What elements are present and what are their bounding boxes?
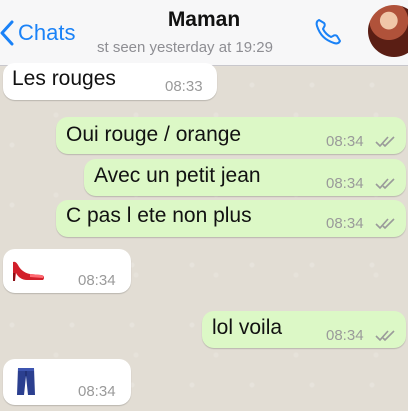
read-receipt-icon <box>375 218 395 230</box>
call-button[interactable] <box>312 16 344 48</box>
message-bubble-incoming[interactable]: 08:34 <box>3 359 131 405</box>
avatar-image <box>368 5 408 57</box>
message-time: 08:34 <box>326 175 364 192</box>
message-text: Avec un petit jean <box>94 164 261 187</box>
message-text: Les rouges <box>12 67 116 90</box>
contact-name[interactable]: Maman <box>0 8 408 32</box>
message-bubble-outgoing[interactable]: Avec un petit jean 08:34 <box>84 159 406 196</box>
message-text: Oui rouge / orange <box>66 123 242 146</box>
message-time: 08:34 <box>78 272 116 289</box>
last-seen-status: st seen yesterday at 19:29 <box>97 39 273 56</box>
message-bubble-outgoing[interactable]: Oui rouge / orange 08:34 <box>56 117 406 154</box>
message-bubble-outgoing[interactable]: C pas l ete non plus 08:34 <box>56 200 406 237</box>
message-bubble-incoming[interactable]: Les rouges 08:33 <box>3 63 217 100</box>
avatar[interactable] <box>368 5 408 57</box>
message-bubble-incoming[interactable]: 08:34 <box>3 249 131 293</box>
message-time: 08:34 <box>326 133 364 150</box>
read-receipt-icon <box>375 178 395 190</box>
read-receipt-icon <box>375 330 395 342</box>
message-time: 08:33 <box>165 78 203 95</box>
message-time: 08:34 <box>78 383 116 400</box>
message-time: 08:34 <box>326 327 364 344</box>
jeans-icon <box>17 368 35 395</box>
high-heel-shoe-icon <box>13 261 45 281</box>
message-time: 08:34 <box>326 215 364 232</box>
message-text: lol voila <box>212 316 283 339</box>
message-list[interactable]: Les rouges 08:33 Oui rouge / orange 08:3… <box>0 63 408 411</box>
phone-icon <box>315 19 341 45</box>
message-bubble-outgoing[interactable]: lol voila 08:34 <box>202 311 406 348</box>
read-receipt-icon <box>375 136 395 148</box>
message-text: C pas l ete non plus <box>66 204 252 227</box>
chat-header: Chats Maman st seen yesterday at 19:29 <box>0 0 408 66</box>
